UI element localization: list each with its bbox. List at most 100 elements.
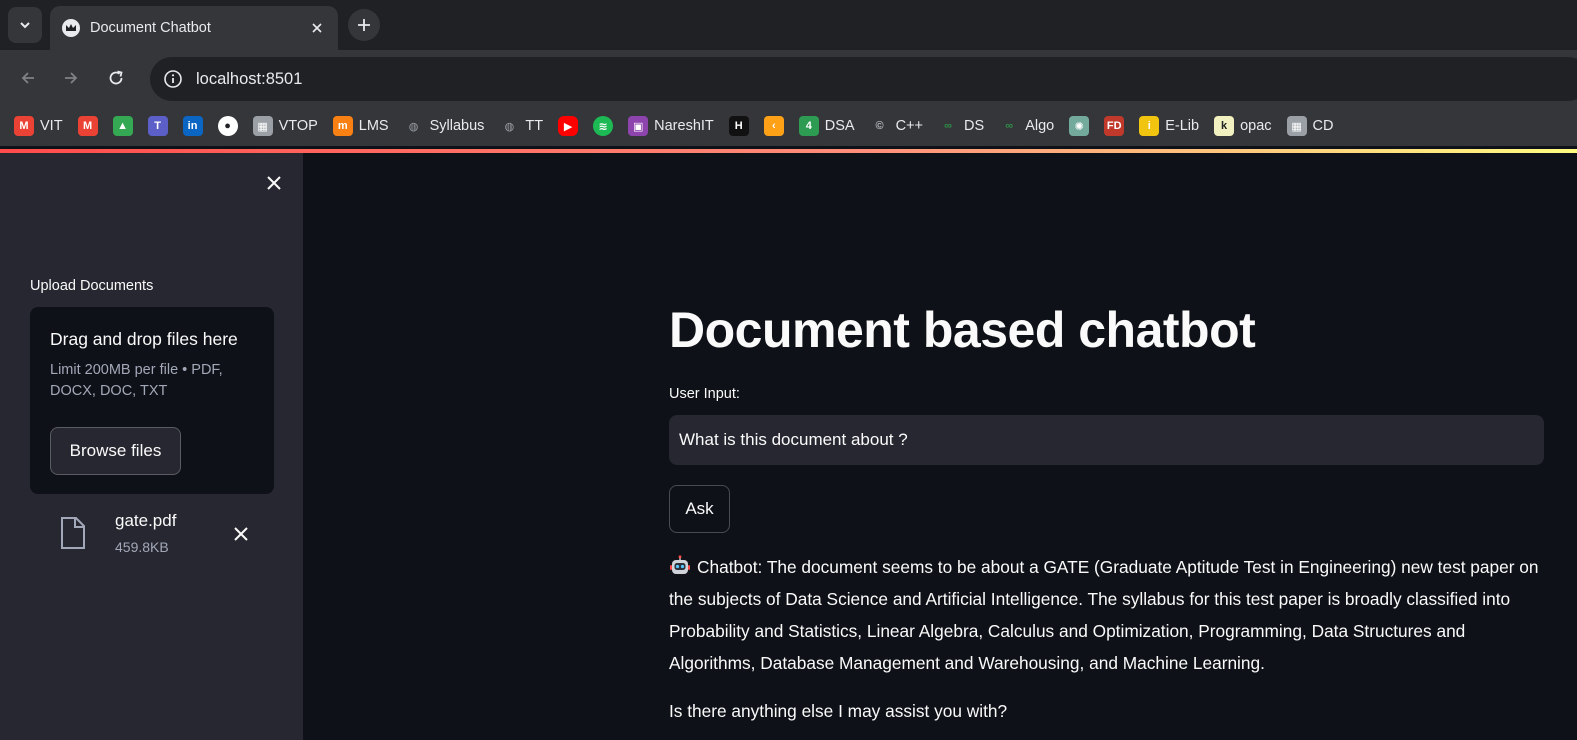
nareshit-icon: ▣ bbox=[628, 116, 649, 136]
plus-icon bbox=[358, 19, 370, 31]
user-input-label: User Input: bbox=[669, 386, 740, 402]
browser-toolbar: localhost:8501 bbox=[0, 50, 1577, 106]
cd-icon: ▦ bbox=[1286, 116, 1307, 136]
dsa-icon: 4 bbox=[798, 116, 819, 136]
bookmark-label: Algo bbox=[1025, 118, 1055, 134]
bookmark-label: CD bbox=[1312, 118, 1334, 134]
browser-tab-strip: Document Chatbot bbox=[0, 0, 1577, 50]
tab-close-icon[interactable] bbox=[308, 19, 326, 37]
robot-icon bbox=[670, 555, 690, 574]
bookmark-item[interactable]: T bbox=[147, 112, 175, 140]
site-info-icon[interactable] bbox=[162, 68, 184, 90]
elib-icon: i bbox=[1139, 116, 1160, 136]
address-bar[interactable]: localhost:8501 bbox=[150, 57, 1577, 101]
gmail-icon: M bbox=[14, 116, 34, 136]
file-icon bbox=[61, 517, 85, 549]
bookmark-item[interactable]: ▦ VTOP bbox=[252, 112, 325, 140]
crown-icon bbox=[62, 19, 80, 37]
new-tab-button[interactable] bbox=[348, 9, 380, 41]
bookmark-label: C++ bbox=[895, 118, 924, 134]
bookmark-item[interactable]: FD bbox=[1104, 112, 1131, 140]
github-icon: ● bbox=[217, 116, 238, 136]
teams-icon: T bbox=[147, 116, 168, 136]
youtube-icon: ▶ bbox=[558, 116, 579, 136]
bookmark-item[interactable]: ‹ bbox=[763, 112, 791, 140]
reload-icon bbox=[109, 70, 123, 85]
bookmark-item[interactable]: ▲ bbox=[112, 112, 140, 140]
bookmark-label: Syllabus bbox=[429, 118, 485, 134]
bookmark-item[interactable]: ▣ NareshIT bbox=[628, 112, 721, 140]
file-name: gate.pdf bbox=[115, 511, 177, 530]
vtop-icon: ▦ bbox=[252, 116, 273, 136]
chevron-down-icon bbox=[20, 22, 30, 29]
bookmark-item[interactable]: © C++ bbox=[870, 112, 930, 140]
bookmark-item[interactable]: ≋ bbox=[593, 112, 620, 140]
google-drive-icon: ▲ bbox=[112, 116, 133, 136]
bookmark-item[interactable]: M VIT bbox=[14, 112, 70, 140]
bookmark-item[interactable]: ▶ bbox=[558, 112, 585, 140]
bookmark-item[interactable]: M bbox=[77, 112, 105, 140]
gfg-icon: ∞ bbox=[944, 120, 952, 132]
bookmark-label: VTOP bbox=[278, 118, 318, 134]
upload-label: Upload Documents bbox=[30, 278, 154, 294]
hackerrank-icon: H bbox=[728, 116, 749, 136]
leetcode-icon: ‹ bbox=[763, 116, 784, 136]
close-icon bbox=[234, 527, 248, 541]
browser-tab[interactable]: Document Chatbot bbox=[50, 6, 338, 50]
globe-icon: ◍ bbox=[504, 120, 515, 133]
bookmark-item[interactable]: in bbox=[182, 112, 210, 140]
linkedin-icon: in bbox=[182, 116, 203, 136]
gfg-icon: ∞ bbox=[1005, 120, 1014, 132]
chatbot-response-text: Chatbot: The document seems to be about … bbox=[669, 557, 1539, 673]
forward-button[interactable] bbox=[57, 64, 85, 92]
bookmark-item[interactable]: ▦ CD bbox=[1286, 112, 1341, 140]
bookmarks-bar: M VIT M ▲ Tin ● ▦ VTOP m LMS ◍ Syllabus ◍ TT ▶ ≋ ▣ Naresh… bbox=[0, 106, 1577, 146]
url-text: localhost:8501 bbox=[196, 69, 303, 88]
tab-title: Document Chatbot bbox=[90, 20, 211, 36]
cpp-icon: © bbox=[875, 120, 884, 132]
gmail-icon: M bbox=[77, 116, 98, 136]
remove-file-button[interactable] bbox=[230, 523, 252, 545]
arrow-right-icon bbox=[65, 72, 78, 84]
chatgpt-icon: ✺ bbox=[1069, 116, 1090, 136]
sidebar: Upload Documents Drag and drop files her… bbox=[0, 153, 303, 740]
bookmark-item[interactable]: 4 DSA bbox=[798, 112, 862, 140]
globe-icon: ◍ bbox=[408, 120, 419, 133]
page-title: Document based chatbot bbox=[669, 302, 1256, 358]
main-content: Document based chatbot User Input: Ask C… bbox=[303, 153, 1577, 740]
bookmark-item[interactable]: ∞ Algo bbox=[999, 112, 1061, 140]
bookmark-label: TT bbox=[525, 118, 544, 134]
browse-files-button[interactable]: Browse files bbox=[50, 427, 181, 475]
bookmark-item[interactable]: ◍ Syllabus bbox=[404, 112, 492, 140]
bookmark-label: DSA bbox=[824, 118, 855, 134]
bookmark-label: opac bbox=[1240, 118, 1272, 134]
back-button[interactable] bbox=[14, 64, 42, 92]
chatbot-response: Chatbot: The document seems to be about … bbox=[669, 551, 1549, 679]
uploaded-file: gate.pdf 459.8KB bbox=[60, 511, 280, 561]
arrow-left-icon bbox=[21, 72, 34, 84]
koha-icon: k bbox=[1214, 116, 1235, 136]
bookmark-label: E-Lib bbox=[1165, 118, 1200, 134]
tab-search-button[interactable] bbox=[8, 7, 42, 43]
reload-button[interactable] bbox=[102, 64, 130, 92]
file-size: 459.8KB bbox=[115, 539, 169, 555]
bookmark-item[interactable]: ∞ DS bbox=[938, 112, 991, 140]
close-icon bbox=[267, 176, 281, 190]
moodle-icon: m bbox=[332, 116, 353, 136]
file-dropzone[interactable]: Drag and drop files here Limit 200MB per… bbox=[30, 307, 274, 494]
bookmark-item[interactable]: ◍ TT bbox=[499, 112, 550, 140]
bookmark-label: DS bbox=[964, 118, 985, 134]
chatbot-followup: Is there anything else I may assist you … bbox=[669, 701, 1008, 721]
ask-button[interactable]: Ask bbox=[669, 485, 730, 533]
bookmark-item[interactable]: ● bbox=[217, 112, 245, 140]
user-input-field[interactable] bbox=[669, 415, 1544, 465]
fd-icon: FD bbox=[1104, 116, 1125, 136]
dropzone-title: Drag and drop files here bbox=[50, 329, 238, 349]
bookmark-item[interactable]: i E-Lib bbox=[1139, 112, 1206, 140]
bookmark-label: NareshIT bbox=[654, 118, 714, 134]
bookmark-item[interactable]: m LMS bbox=[332, 112, 396, 140]
sidebar-close-button[interactable] bbox=[262, 171, 286, 195]
bookmark-item[interactable]: k opac bbox=[1214, 112, 1278, 140]
bookmark-item[interactable]: ✺ bbox=[1069, 112, 1096, 140]
bookmark-item[interactable]: H bbox=[728, 112, 756, 140]
